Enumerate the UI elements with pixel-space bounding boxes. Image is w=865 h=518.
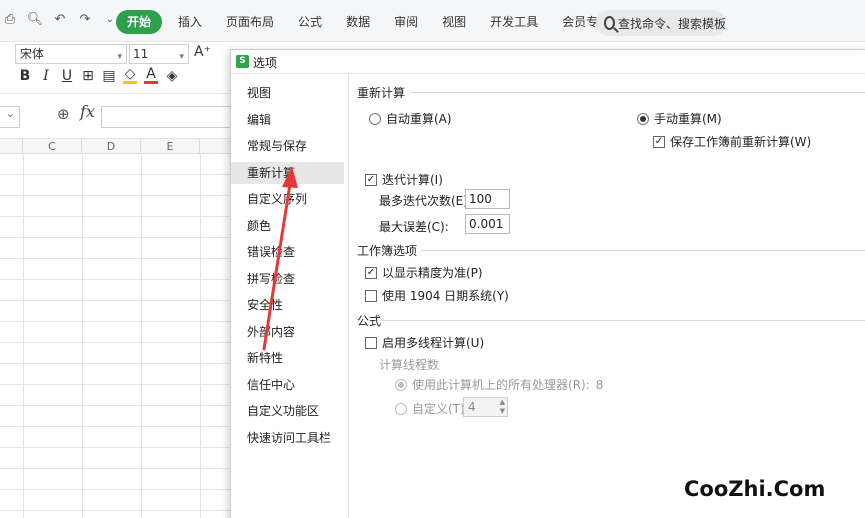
annotation-arrow	[262, 166, 298, 351]
watermark: CooZhi.Com	[684, 477, 826, 501]
